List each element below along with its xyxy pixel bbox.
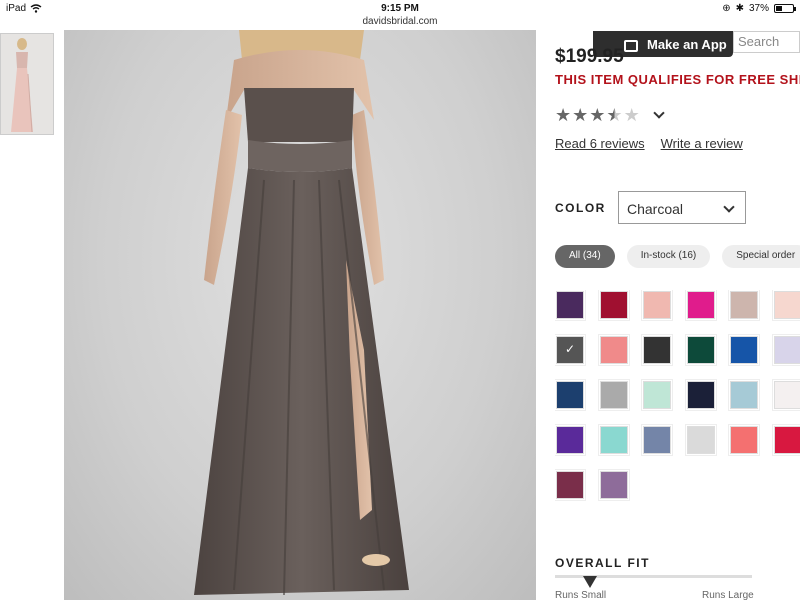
color-select-value: Charcoal (627, 201, 683, 217)
color-swatch[interactable] (556, 381, 584, 409)
write-review-link[interactable]: Write a review (661, 136, 743, 151)
fit-marker (583, 576, 597, 588)
color-select[interactable]: Charcoal (618, 191, 746, 224)
color-swatch[interactable] (730, 426, 758, 454)
color-swatch[interactable] (600, 336, 628, 364)
color-swatch[interactable] (687, 336, 715, 364)
read-reviews-link[interactable]: Read 6 reviews (555, 136, 645, 151)
color-filters: All (34) In-stock (16) Special order (555, 245, 800, 268)
address-url[interactable]: davidsbridal.com (0, 16, 800, 27)
rating-stars[interactable]: ★ ★ ★ ★ ★ (555, 106, 663, 124)
color-swatch[interactable] (643, 291, 671, 319)
make-app-label: Make an App (647, 37, 727, 52)
thumbnail-dress-image (1, 34, 54, 135)
status-time: 9:15 PM (0, 3, 800, 14)
free-shipping-promo: THIS ITEM QUALIFIES FOR FREE SHIP (555, 72, 800, 87)
color-swatch[interactable] (774, 381, 800, 409)
half-star-icon: ★ (606, 106, 622, 124)
chevron-down-icon (723, 201, 734, 212)
color-swatch[interactable] (643, 426, 671, 454)
star-icon: ★ (555, 106, 571, 124)
lock-rotation-icon: ⊕ (722, 3, 730, 14)
battery-percent: 37% (749, 3, 769, 14)
color-swatch[interactable] (556, 471, 584, 499)
status-right: ⊕ ✱ 37% (722, 3, 794, 14)
search-input[interactable]: Search (733, 31, 800, 53)
chevron-down-icon[interactable] (653, 107, 664, 118)
color-swatch[interactable] (774, 426, 800, 454)
filter-special-order[interactable]: Special order (722, 245, 800, 268)
status-bar: iPad 9:15 PM davidsbridal.com ⊕ ✱ 37% (0, 0, 800, 30)
color-swatch[interactable] (600, 381, 628, 409)
color-swatch[interactable] (730, 291, 758, 319)
battery-icon (774, 4, 794, 13)
calendar-icon (624, 40, 638, 52)
color-swatch[interactable] (600, 471, 628, 499)
product-price: $199.95 (555, 46, 624, 68)
product-main-image[interactable] (64, 30, 536, 600)
color-swatch[interactable] (687, 381, 715, 409)
star-icon: ★ (572, 106, 588, 124)
filter-all[interactable]: All (34) (555, 245, 615, 268)
color-swatch[interactable] (687, 291, 715, 319)
review-links: Read 6 reviews Write a review (555, 136, 743, 151)
color-swatch[interactable] (774, 291, 800, 319)
color-swatch[interactable] (600, 291, 628, 319)
fit-runs-small: Runs Small (555, 590, 606, 601)
empty-star-icon: ★ (624, 106, 640, 124)
color-swatch[interactable] (556, 291, 584, 319)
bluetooth-icon: ✱ (736, 3, 744, 14)
color-swatch[interactable] (774, 336, 800, 364)
color-swatch[interactable] (556, 336, 584, 364)
product-thumbnail[interactable] (0, 33, 54, 135)
color-swatch[interactable] (643, 381, 671, 409)
dress-model-image (64, 30, 536, 600)
color-swatch[interactable] (687, 426, 715, 454)
color-swatch[interactable] (730, 336, 758, 364)
filter-in-stock[interactable]: In-stock (16) (627, 245, 711, 268)
color-label: COLOR (555, 201, 606, 215)
overall-fit-label: OVERALL FIT (555, 556, 650, 570)
color-swatch[interactable] (730, 381, 758, 409)
color-swatch[interactable] (643, 336, 671, 364)
color-swatches (555, 290, 800, 510)
star-icon: ★ (589, 106, 605, 124)
color-swatch[interactable] (556, 426, 584, 454)
fit-runs-large: Runs Large (702, 590, 754, 601)
color-swatch[interactable] (600, 426, 628, 454)
